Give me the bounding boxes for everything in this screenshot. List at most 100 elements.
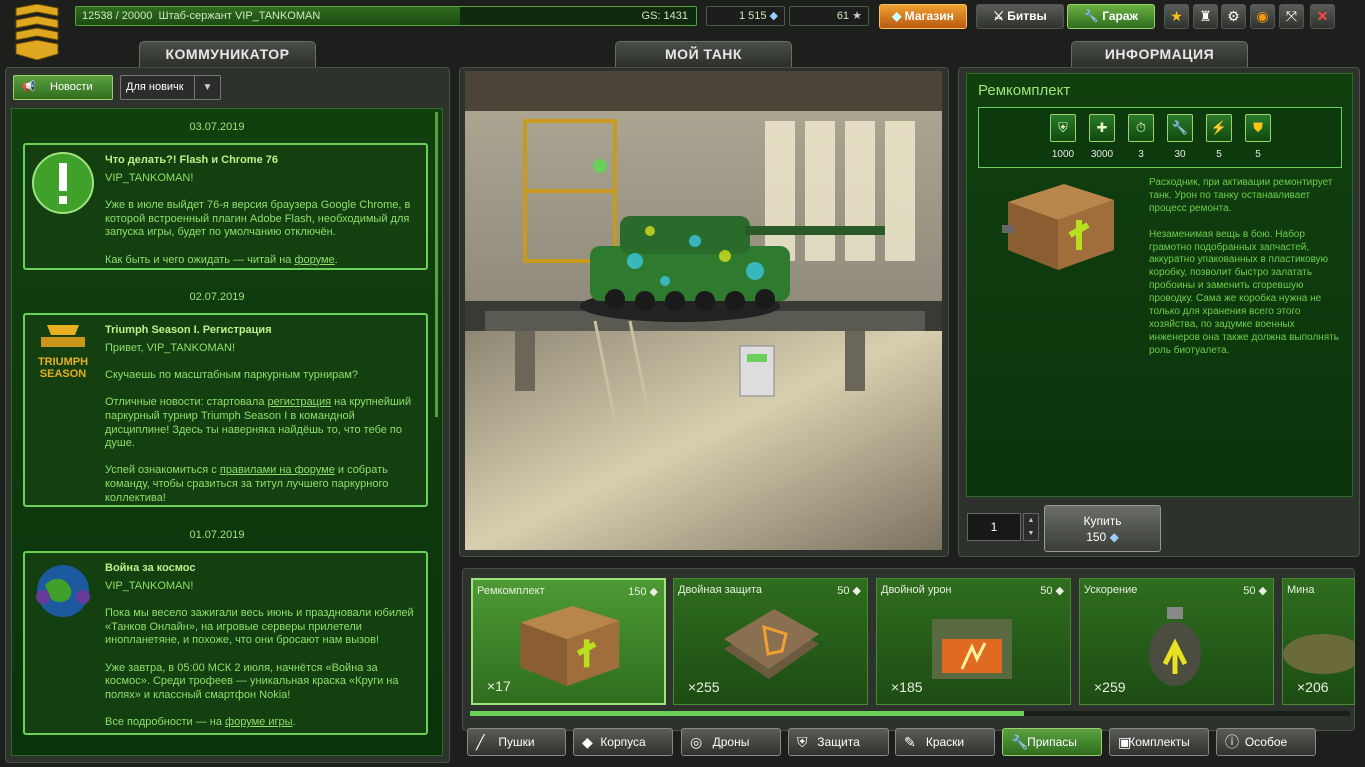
tab-information[interactable]: ИНФОРМАЦИЯ — [1071, 41, 1248, 67]
tab-label: Комплекты — [1128, 735, 1190, 749]
tab-drones[interactable]: ◎ Дроны — [681, 728, 781, 756]
shop-button[interactable]: ◆ Магазин — [879, 4, 967, 29]
rank-insignia-icon — [15, 4, 59, 60]
tab-supplies[interactable]: 🔧 Припасы — [1002, 728, 1102, 756]
exclamation-circle-icon: ⓘ — [1225, 734, 1239, 750]
item-card-mine[interactable]: Мина ×206 — [1282, 578, 1355, 705]
forum-link[interactable]: форуме — [294, 254, 334, 266]
svg-text:TRIUMPH: TRIUMPH — [38, 356, 88, 368]
item-card-double-damage[interactable]: Двойной урон 50 ◆ ×185 — [876, 578, 1071, 705]
sound-icon[interactable]: ◉ — [1250, 4, 1275, 29]
settings-gear-icon[interactable]: ⚙ — [1221, 4, 1246, 29]
svg-text:SEASON: SEASON — [40, 368, 87, 380]
heal-plus-icon: ✚ — [1089, 114, 1115, 142]
news-item: TRIUMPH SEASON Triumph Season I. Регистра… — [23, 313, 428, 507]
item-count: ×17 — [487, 678, 511, 694]
items-scrollbar-thumb[interactable] — [470, 711, 1025, 716]
rank-name: Штаб-сержант VIP_TANKOMAN — [158, 10, 321, 22]
buy-price: 150 — [1086, 530, 1107, 544]
star-icon: ★ — [852, 10, 862, 22]
quantity-stepper[interactable]: ▲ ▼ — [1023, 513, 1039, 541]
tab-kits[interactable]: ▣ Комплекты — [1109, 728, 1209, 756]
battles-button[interactable]: ⚔ Битвы — [976, 4, 1064, 29]
damage-timer-icon: ⚡ — [1206, 114, 1232, 142]
crystals-counter: 1 515 ◆ — [706, 6, 785, 26]
tab-label: Пушки — [498, 735, 535, 749]
tab-label: Припасы — [1027, 735, 1077, 749]
fullscreen-icon[interactable]: ⤧ — [1279, 4, 1304, 29]
planet-icon — [36, 565, 90, 617]
news-title: Что делать?! Flash и Chrome 76 — [105, 154, 278, 166]
tab-protection[interactable]: ⛨ Защита — [788, 728, 889, 756]
upgrade-value: 30 — [1174, 149, 1186, 160]
tab-label: Краски — [925, 735, 965, 749]
wrench-icon: 🔧 — [1011, 734, 1029, 750]
news-scrollbar[interactable] — [435, 112, 438, 417]
item-price: 50 ◆ — [1243, 585, 1267, 597]
upgrade-value: 3 — [1138, 149, 1144, 160]
shield-icon: ⛨ — [797, 734, 808, 750]
registration-link[interactable]: регистрация — [268, 396, 332, 408]
news-body: VIP_TANKOMAN! Уже в июле выйдет 76-я вер… — [105, 172, 411, 266]
filter-value: Для новичк — [126, 81, 184, 93]
clan-icon[interactable]: ♜ — [1193, 4, 1218, 29]
tab-special[interactable]: ⓘ Особое — [1216, 728, 1316, 756]
news-body: Привет, VIP_TANKOMAN! Скучаешь по масшта… — [105, 342, 412, 504]
quantity-input[interactable]: 1 — [967, 513, 1021, 541]
wrench-upgrade-icon: 🔧 — [1167, 114, 1193, 142]
megaphone-icon: 📢 — [22, 81, 36, 93]
box-icon: ▣ — [1118, 734, 1132, 750]
item-name: Двойной урон — [881, 584, 952, 596]
buy-button[interactable]: Купить 150 ◆ — [1044, 505, 1161, 552]
news-button[interactable]: 📢 Новости — [13, 75, 113, 100]
shield-timer-icon: ⛊ — [1245, 114, 1271, 142]
item-price: 150 ◆ — [628, 586, 658, 598]
star-rewards-icon[interactable]: ★ — [1164, 4, 1189, 29]
diamond-icon: ◆ — [892, 9, 902, 23]
item-card-repair-kit[interactable]: Ремкомплект 150 ◆ ×17 — [471, 578, 666, 705]
news-title: Война за космос — [105, 562, 196, 574]
hull-icon: ◆ — [582, 734, 593, 750]
close-icon[interactable]: ✕ — [1310, 4, 1335, 29]
item-name: Двойная защита — [678, 584, 763, 596]
arrow-up-icon[interactable]: ▲ — [1024, 514, 1038, 527]
arrow-down-icon[interactable]: ▼ — [1024, 527, 1038, 540]
item-name: Ускорение — [1084, 584, 1138, 596]
garage-button[interactable]: 🔧 Гараж — [1067, 4, 1155, 29]
triumph-season-logo: TRIUMPHSEASON — [38, 325, 88, 380]
tab-label: Защита — [817, 735, 860, 749]
rules-link[interactable]: правилами на форуме — [220, 464, 335, 476]
armor-plus-icon: ⛨ — [1050, 114, 1076, 142]
stopwatch-icon: ⏱ — [1128, 114, 1154, 142]
tab-paints[interactable]: ✎ Краски — [895, 728, 995, 756]
stars-counter: 61 ★ — [789, 6, 869, 26]
drone-icon: ◎ — [690, 734, 703, 750]
tab-label: Корпуса — [600, 735, 646, 749]
garage-tank-view[interactable] — [465, 71, 942, 550]
paint-brush-icon: ✎ — [904, 734, 916, 750]
item-description: Расходник, при активации ремонтирует тан… — [1149, 177, 1339, 356]
exclamation-icon — [32, 152, 94, 214]
repair-kit-crate-image — [1002, 184, 1114, 270]
game-forum-link[interactable]: форуме игры — [225, 716, 292, 728]
news-date: 02.07.2019 — [189, 291, 245, 303]
item-count: ×185 — [891, 679, 923, 695]
tab-cannons[interactable]: ╱ Пушки — [467, 728, 566, 756]
item-card-double-armor[interactable]: Двойная защита 50 ◆ ×255 — [673, 578, 868, 705]
tab-communicator[interactable]: КОММУНИКАТОР — [139, 41, 316, 67]
items-scrollbar[interactable] — [470, 711, 1350, 716]
wrench-icon: 🔧 — [1083, 9, 1099, 23]
tab-hulls[interactable]: ◆ Корпуса — [573, 728, 673, 756]
tab-my-tank[interactable]: МОЙ ТАНК — [615, 41, 792, 67]
tab-label: Особое — [1244, 735, 1288, 749]
garage-label: Гараж — [1102, 9, 1139, 23]
item-card-nitro[interactable]: Ускорение 50 ◆ ×259 — [1079, 578, 1274, 705]
nitro-canister-icon — [1149, 607, 1201, 686]
item-count: ×206 — [1297, 679, 1329, 695]
item-title: Ремкомплект — [978, 82, 1071, 99]
item-price: 50 ◆ — [1040, 585, 1064, 597]
news-filter-select[interactable]: Для новичк ▼ — [120, 75, 221, 100]
stars-value: 61 — [836, 10, 850, 22]
news-item: Война за космос VIP_TANKOMAN! Пока мы ве… — [23, 551, 428, 735]
upgrade-value: 5 — [1216, 149, 1222, 160]
